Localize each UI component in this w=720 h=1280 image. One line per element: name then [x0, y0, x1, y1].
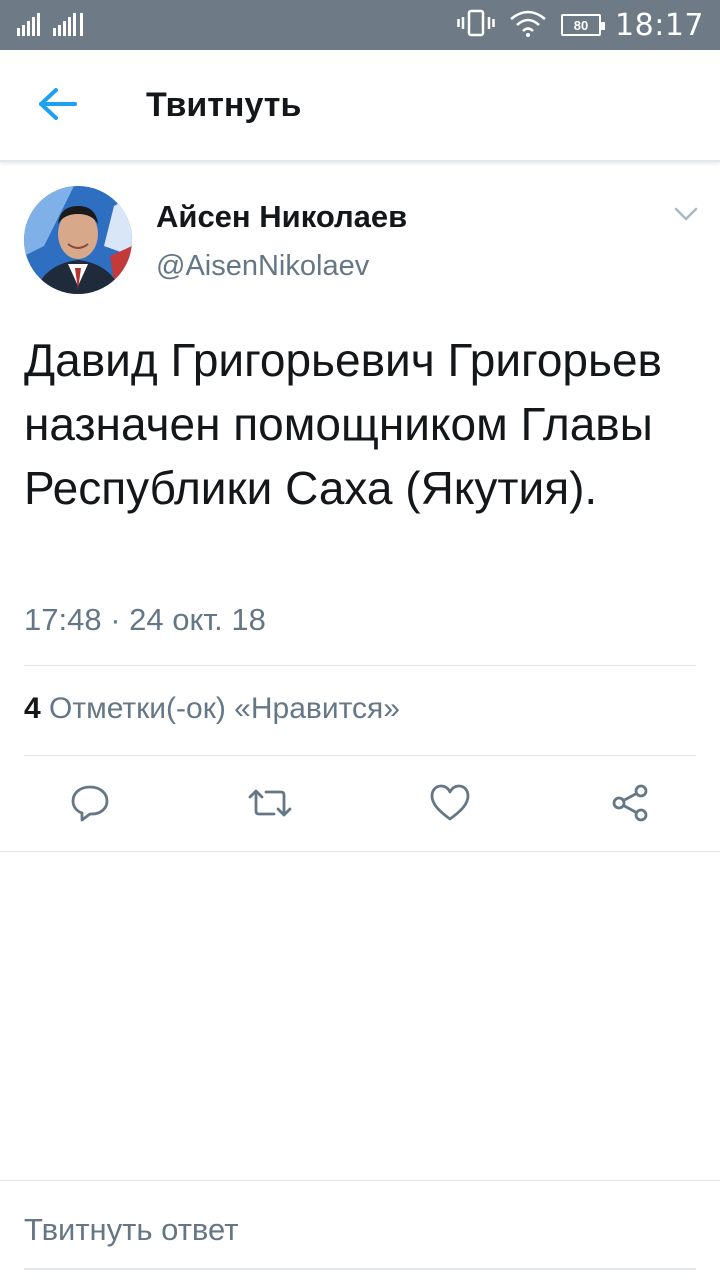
tweet-timestamp: 17:48 · 24 окт. 18 — [24, 602, 266, 637]
wifi-icon — [509, 8, 547, 43]
reply-input-underline — [24, 1268, 696, 1270]
divider — [0, 1180, 720, 1181]
battery-icon: 80 — [561, 14, 606, 36]
like-button[interactable] — [426, 782, 474, 828]
author-name[interactable]: Айсен Николаев — [156, 199, 407, 235]
status-bar: 80 18:17 — [0, 0, 720, 50]
status-time: 18:17 — [615, 7, 704, 43]
tweet-menu-button[interactable] — [668, 200, 704, 232]
retweet-button[interactable] — [246, 782, 294, 828]
vibrate-icon — [457, 9, 495, 42]
avatar[interactable] — [24, 186, 132, 294]
likes-row[interactable]: 4 Отметки(-ок) «Нравится» — [24, 692, 400, 726]
signal-icon — [52, 12, 86, 38]
signal-icon — [16, 12, 46, 38]
share-icon — [610, 783, 650, 828]
reply-input[interactable]: Твитнуть ответ — [24, 1212, 238, 1248]
share-button[interactable] — [606, 782, 654, 828]
tweet-text: Давид Григорьевич Григорьев назначен пом… — [24, 334, 662, 514]
like-icon — [429, 783, 471, 828]
reply-icon — [70, 783, 110, 828]
divider — [0, 851, 720, 852]
page-title: Твитнуть — [146, 86, 302, 124]
reply-button[interactable] — [66, 782, 114, 828]
author-handle[interactable]: @AisenNikolaev — [156, 250, 369, 283]
likes-label: Отметки(-ок) «Нравится» — [49, 692, 400, 725]
back-button[interactable] — [32, 80, 84, 132]
arrow-left-icon — [37, 86, 79, 127]
divider — [24, 665, 696, 666]
retweet-icon — [246, 783, 294, 828]
likes-count: 4 — [24, 692, 41, 725]
divider — [24, 755, 696, 756]
app-bar: Твитнуть — [0, 50, 720, 162]
chevron-down-icon — [674, 207, 698, 226]
